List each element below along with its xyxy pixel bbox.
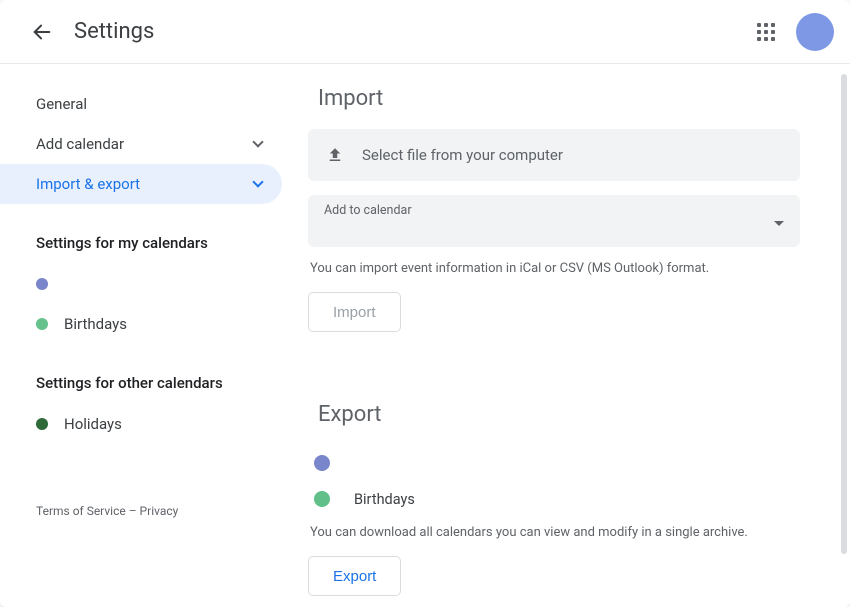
select-label: Add to calendar — [324, 203, 784, 218]
sidebar-item-import-export[interactable]: Import & export — [0, 164, 282, 204]
avatar[interactable] — [796, 13, 834, 51]
calendar-color-dot — [36, 418, 48, 430]
sidebar-item-label: General — [36, 95, 87, 113]
calendar-color-dot — [314, 491, 330, 507]
export-hint: You can download all calendars you can v… — [308, 525, 800, 540]
upload-icon — [326, 146, 344, 164]
sidebar-item-add-calendar[interactable]: Add calendar — [0, 124, 282, 164]
page-title: Settings — [74, 19, 746, 44]
export-calendar-row — [308, 445, 800, 481]
settings-sidebar: General Add calendar Import & export Set… — [0, 64, 300, 607]
sidebar-calendar-item[interactable]: Holidays — [0, 404, 300, 444]
calendar-color-dot — [36, 278, 48, 290]
sidebar-calendar-item[interactable]: Birthdays — [0, 304, 300, 344]
arrow-left-icon — [31, 21, 53, 43]
chevron-down-icon — [252, 136, 263, 147]
settings-main: Import Select file from your computer Ad… — [300, 64, 850, 607]
calendar-color-dot — [36, 318, 48, 330]
apps-grid-icon — [757, 23, 775, 41]
import-button[interactable]: Import — [308, 292, 401, 332]
sidebar-item-general[interactable]: General — [0, 84, 282, 124]
calendar-color-dot — [314, 455, 330, 471]
apps-button[interactable] — [746, 12, 786, 52]
dropdown-caret-icon — [774, 221, 784, 226]
back-button[interactable] — [22, 12, 62, 52]
sidebar-calendar-item[interactable] — [0, 264, 300, 304]
import-hint: You can import event information in iCal… — [308, 261, 800, 276]
sidebar-section-other-calendars: Settings for other calendars — [0, 344, 300, 404]
scrollbar[interactable] — [841, 74, 847, 554]
sidebar-section-my-calendars: Settings for my calendars — [0, 204, 300, 264]
sidebar-item-label: Add calendar — [36, 135, 124, 153]
app-header: Settings — [0, 0, 850, 64]
export-section-title: Export — [308, 402, 800, 427]
calendar-name: Holidays — [64, 415, 122, 433]
chevron-down-icon — [252, 176, 263, 187]
select-file-label: Select file from your computer — [362, 146, 563, 164]
select-file-button[interactable]: Select file from your computer — [308, 129, 800, 181]
export-button[interactable]: Export — [308, 556, 401, 596]
sidebar-item-label: Import & export — [36, 175, 140, 193]
import-section-title: Import — [308, 86, 800, 111]
calendar-name: Birthdays — [64, 315, 127, 333]
export-calendar-row: Birthdays — [308, 481, 800, 517]
calendar-name: Birthdays — [354, 491, 415, 508]
footer-links[interactable]: Terms of Service – Privacy — [0, 444, 300, 518]
add-to-calendar-select[interactable]: Add to calendar — [308, 195, 800, 247]
